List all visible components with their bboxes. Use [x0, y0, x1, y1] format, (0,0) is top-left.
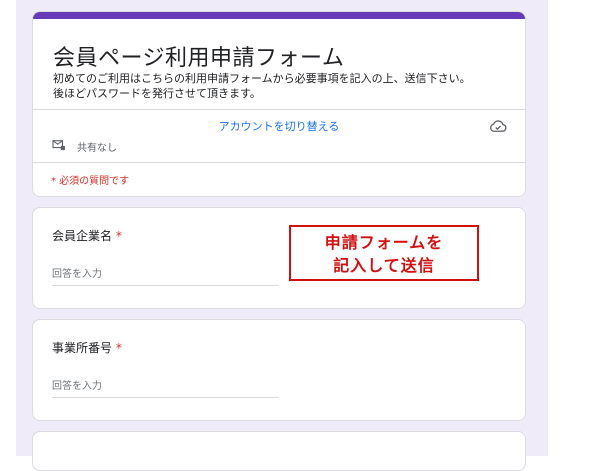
annotation-line2: 記入して送信	[333, 256, 435, 275]
question-label: 事業所番号 *	[52, 339, 122, 356]
form-title: 会員ページ利用申請フォーム	[53, 46, 345, 71]
divider	[33, 162, 525, 163]
cloud-done-icon	[490, 120, 507, 132]
divider	[33, 109, 525, 110]
question-label: 会員企業名 *	[52, 227, 122, 244]
header-accent-bar	[33, 12, 525, 19]
annotation-line1: 申請フォームを	[324, 233, 444, 252]
form-description: 初めてのご利用はこちらの利用申請フォームから必要事項を記入の上、送信下さい。 後…	[53, 71, 471, 101]
instruction-annotation-box: 申請フォームを 記入して送信	[289, 225, 479, 281]
question-label-text: 会員企業名	[52, 229, 113, 243]
question-card-office-number: 事業所番号 *	[32, 319, 526, 421]
required-question-note: * 必須の質問です	[51, 176, 130, 187]
share-status-text: 共有なし	[77, 143, 117, 154]
form-description-line2: 後ほどパスワードを発行させて頂きます。	[53, 87, 261, 100]
form-header-card: 会員ページ利用申請フォーム 初めてのご利用はこちらの利用申請フォームから必要事項…	[32, 11, 526, 197]
mail-lock-icon	[52, 140, 65, 151]
office-number-input[interactable]	[52, 375, 279, 398]
company-name-input[interactable]	[52, 263, 279, 286]
required-star: *	[115, 341, 122, 355]
required-star: *	[115, 229, 122, 243]
question-label-text: 事業所番号	[52, 341, 113, 355]
form-description-line1: 初めてのご利用はこちらの利用申請フォームから必要事項を記入の上、送信下さい。	[53, 72, 471, 85]
question-card-next	[32, 431, 526, 471]
switch-account-link[interactable]: アカウントを切り替える	[33, 118, 525, 134]
